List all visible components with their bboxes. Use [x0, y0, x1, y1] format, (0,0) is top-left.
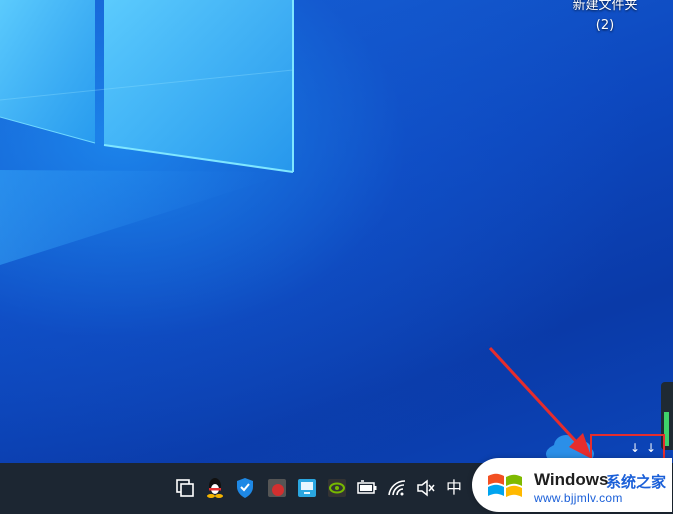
ime-indicator[interactable]: 中: [446, 477, 462, 499]
svg-text:↓: ↓: [630, 441, 640, 455]
windows-logo-icon: [488, 473, 522, 497]
volume-muted-icon[interactable]: [415, 477, 437, 499]
annotation-arrow: ↓ ↓: [488, 346, 656, 459]
monitor-app-icon[interactable]: [296, 477, 318, 499]
desktop-background: 新建文件夹 (2) ↓ ↓: [0, 0, 673, 463]
nvidia-icon[interactable]: [326, 477, 348, 499]
svg-text:↓: ↓: [646, 441, 656, 455]
red-app-icon[interactable]: [266, 477, 288, 499]
task-view-icon[interactable]: [174, 477, 196, 499]
watermark-brand: Windows: [534, 470, 609, 489]
qq-penguin-icon[interactable]: [204, 477, 226, 499]
watermark-brand-cn: 系统之家: [606, 473, 667, 491]
site-watermark: Windows 系统之家 www.bjjmlv.com: [472, 458, 672, 512]
watermark-url: www.bjjmlv.com: [534, 491, 623, 505]
wifi-icon[interactable]: [386, 477, 408, 499]
battery-icon[interactable]: [356, 477, 378, 499]
security-shield-icon[interactable]: [234, 477, 256, 499]
